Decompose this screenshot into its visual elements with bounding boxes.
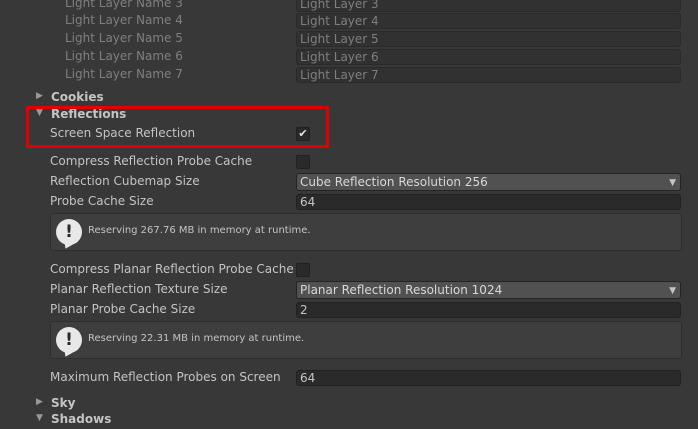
light-layer-name-label: Light Layer Name 4 (65, 13, 183, 27)
compress-probe-checkbox[interactable] (296, 155, 310, 169)
planar-cache-help-box: ! Reserving 22.31 MB in memory at runtim… (50, 321, 682, 359)
compress-probe-row: Compress Reflection Probe Cache (0, 153, 684, 171)
light-layer-name-field[interactable]: Light Layer 6 (296, 49, 681, 65)
help-text: Reserving 22.31 MB in memory at runtime. (88, 333, 305, 344)
probe-cache-label: Probe Cache Size (50, 194, 154, 208)
light-layer-name-field[interactable]: Light Layer 4 (296, 13, 681, 29)
warning-icon: ! (56, 219, 82, 245)
planar-cache-label: Planar Probe Cache Size (50, 302, 196, 316)
compress-planar-checkbox[interactable] (296, 263, 310, 277)
light-layer-name-label: Light Layer Name 5 (65, 31, 183, 45)
dropdown-arrow-icon: ▼ (669, 178, 676, 188)
scrollbar[interactable] (684, 0, 698, 421)
section-shadows[interactable]: ▼ Shadows (0, 411, 684, 429)
cubemap-size-label: Reflection Cubemap Size (50, 174, 200, 188)
planar-texture-row: Planar Reflection Texture Size Planar Re… (0, 281, 684, 299)
dropdown-value: Planar Reflection Resolution 1024 (300, 283, 503, 297)
planar-cache-field[interactable]: 2 (296, 302, 681, 318)
probe-cache-help-box: ! Reserving 267.76 MB in memory at runti… (50, 213, 682, 251)
warning-icon: ! (56, 327, 82, 353)
compress-probe-label: Compress Reflection Probe Cache (50, 154, 253, 168)
planar-cache-row: Planar Probe Cache Size 2 (0, 301, 684, 319)
light-layer-name-label: Light Layer Name 3 (65, 0, 183, 10)
section-title: Sky (51, 396, 76, 410)
max-probes-field[interactable]: 64 (296, 370, 681, 386)
probe-cache-row: Probe Cache Size 64 (0, 193, 684, 211)
light-layer-name-field[interactable]: Light Layer 7 (296, 67, 681, 83)
cubemap-size-dropdown[interactable]: Cube Reflection Resolution 256 ▼ (296, 173, 681, 191)
collapsed-triangle-icon[interactable]: ▶ (36, 91, 43, 101)
collapsed-triangle-icon[interactable]: ▶ (36, 397, 43, 407)
light-layer-name-label: Light Layer Name 6 (65, 49, 183, 63)
light-layer-row-4: Light Layer Name 4 Light Layer 4 (0, 12, 684, 30)
max-probes-label: Maximum Reflection Probes on Screen (50, 370, 281, 384)
compress-planar-row: Compress Planar Reflection Probe Cache (0, 261, 684, 279)
help-text: Reserving 267.76 MB in memory at runtime… (88, 225, 311, 236)
highlight-box (26, 106, 329, 148)
max-probes-row: Maximum Reflection Probes on Screen 64 (0, 369, 684, 387)
dropdown-arrow-icon: ▼ (669, 286, 676, 296)
light-layer-name-label: Light Layer Name 7 (65, 67, 183, 81)
probe-cache-field[interactable]: 64 (296, 194, 681, 210)
planar-texture-label: Planar Reflection Texture Size (50, 282, 228, 296)
light-layer-row-6: Light Layer Name 6 Light Layer 6 (0, 48, 684, 66)
light-layer-name-field[interactable]: Light Layer 5 (296, 31, 681, 47)
light-layer-row-7: Light Layer Name 7 Light Layer 7 (0, 66, 684, 84)
compress-planar-label: Compress Planar Reflection Probe Cache (50, 262, 294, 276)
section-title: Cookies (51, 90, 104, 104)
dropdown-value: Cube Reflection Resolution 256 (300, 175, 488, 189)
expanded-triangle-icon[interactable]: ▼ (36, 413, 43, 423)
light-layer-name-field[interactable]: Light Layer 3 (296, 0, 681, 12)
section-cookies[interactable]: ▶ Cookies (0, 89, 684, 107)
planar-texture-dropdown[interactable]: Planar Reflection Resolution 1024 ▼ (296, 281, 681, 299)
cubemap-size-row: Reflection Cubemap Size Cube Reflection … (0, 173, 684, 191)
section-title: Shadows (51, 412, 112, 426)
light-layer-row-5: Light Layer Name 5 Light Layer 5 (0, 30, 684, 48)
